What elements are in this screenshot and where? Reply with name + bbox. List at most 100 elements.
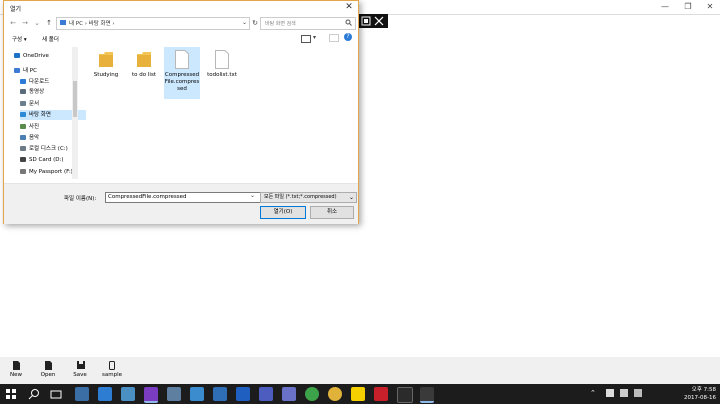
restore-icon[interactable]: ❐ [681,2,695,12]
task-view-button[interactable] [50,388,62,400]
organize-button[interactable]: 구성 ▾ [12,35,27,43]
sample-label: sample [102,372,122,378]
nav-item-onedrive[interactable]: OneDrive [14,51,80,61]
visual-studio-taskbar-icon[interactable] [144,387,158,403]
sd-card-icon [20,157,26,162]
address-dropdown-icon[interactable]: ⌄ [242,19,247,26]
refresh-icon[interactable]: ↻ [250,18,260,28]
breadcrumb-my-pc[interactable]: 내 PC [69,21,83,27]
download-icon [20,79,26,84]
app-taskbar-icon-4[interactable] [259,387,273,401]
open-label: Open [40,372,56,378]
active-app-taskbar-icon[interactable] [420,387,434,403]
tray-chevron-icon[interactable]: ⌃ [590,389,596,397]
nav-item-label: 바탕 화면 [29,112,51,118]
recent-chevron-icon[interactable]: ⌄ [32,18,42,28]
music-icon [20,135,26,140]
nav-item-label: 내 PC [23,68,37,74]
open-button[interactable]: Open [32,357,64,384]
nav-pane-scrollbar-thumb[interactable] [73,81,77,117]
video-icon [20,89,26,94]
filename-dropdown-icon[interactable]: ⌄ [250,192,255,199]
navigation-row: ← → ⌄ ↑ 내 PC › 바탕 화면 › ⌄ ↻ 바탕 화면 검색 [4,15,358,31]
new-folder-button[interactable]: 새 폴더 [42,35,59,43]
new-button[interactable]: New [0,357,32,384]
app-taskbar-icon-1[interactable] [167,387,181,401]
word-taskbar-icon[interactable] [236,387,250,401]
help-icon[interactable]: ? [344,33,352,41]
open-file-dialog: 열기 ✕ ← → ⌄ ↑ 내 PC › 바탕 화면 › ⌄ ↻ 바탕 화면 검색… [3,0,359,224]
file-explorer-taskbar-icon[interactable] [75,387,89,401]
nav-item-label: My Passport (F:) [29,169,73,175]
file-type-value: 모든 파일 (*.txt;*.compressed) [264,194,337,200]
breadcrumb-desktop[interactable]: 바탕 화면 [89,21,111,27]
view-dropdown-icon[interactable]: ▾ [313,34,316,41]
store-taskbar-icon[interactable] [121,387,135,401]
save-button[interactable]: Save [64,357,96,384]
chrome-taskbar-icon[interactable] [328,387,342,401]
breadcrumb-separator: › [84,21,87,27]
clock-time: 오후 7:58 [691,387,716,393]
taskbar: ⌃ 오후 7:58 2017-08-16 [0,384,720,404]
open-button[interactable]: 열기(O) [260,206,306,219]
cancel-button[interactable]: 취소 [310,206,354,219]
folder-icon [137,50,151,69]
save-icon [76,361,85,370]
clock-date: 2017-08-16 [684,395,716,401]
preview-pane-icon[interactable] [329,34,339,42]
new-label: New [10,372,22,378]
toolbar-glyphs-icon [361,16,384,26]
document-icon [20,101,26,106]
cloud-icon [14,53,20,58]
filezilla-taskbar-icon[interactable] [374,387,388,401]
pc-icon [60,20,66,25]
app-taskbar-icon-5[interactable] [282,387,296,401]
file-item-todolist-txt[interactable]: todolist.txt [204,47,240,97]
file-item-to-do-list[interactable]: to do list [126,47,162,97]
app-bottom-bar: New Open Save sample [0,357,720,384]
file-name: CompressedFile.compressed [164,72,200,92]
nav-item-label: SD Card (D:) [29,157,64,163]
sample-button[interactable]: sample [96,357,128,384]
start-button[interactable] [5,388,17,400]
app-taskbar-icon-6[interactable] [305,387,319,401]
nav-item-label: 동영상 [29,89,45,95]
address-bar[interactable]: 내 PC › 바탕 화면 › ⌄ [56,17,250,30]
app-taskbar-icon-3[interactable] [213,387,227,401]
breadcrumb: 내 PC › 바탕 화면 › [69,19,115,27]
forward-arrow-icon[interactable]: → [20,18,30,28]
view-options-icon[interactable] [301,35,311,43]
volume-icon[interactable] [620,389,628,397]
filename-label: 파일 이름(N): [64,196,97,202]
nav-item-label: OneDrive [23,53,49,59]
file-item-compressed[interactable]: CompressedFile.compressed [164,47,200,99]
close-icon[interactable]: ✕ [703,2,717,12]
nav-item-label: 로컬 디스크 (C:) [29,146,68,152]
app-taskbar-icon-7[interactable] [397,387,413,403]
open-file-icon [44,361,52,370]
nav-item-my-pc[interactable]: 내 PC [14,66,80,76]
disk-icon [20,146,26,151]
file-item-studying[interactable]: Studying [88,47,124,97]
search-input[interactable]: 바탕 화면 검색 [260,17,356,30]
windows-icon [6,389,16,399]
chevron-down-icon: ⌄ [348,194,354,201]
file-name: todolist.txt [207,72,237,78]
close-icon[interactable]: ✕ [343,2,355,12]
up-arrow-icon[interactable]: ↑ [44,18,54,28]
file-type-select[interactable]: 모든 파일 (*.txt;*.compressed) ⌄ [260,192,357,203]
search-icon [345,19,352,28]
kakaotalk-taskbar-icon[interactable] [351,387,365,401]
input-indicator-icon[interactable] [634,389,642,397]
app-taskbar-icon-2[interactable] [190,387,204,401]
search-button[interactable] [28,388,40,400]
filename-input[interactable]: CompressedFile.compressed [105,192,261,203]
file-list: Studying to do list CompressedFile.compr… [82,47,356,179]
back-arrow-icon[interactable]: ← [8,18,18,28]
minimize-icon[interactable]: — [658,2,672,12]
network-icon[interactable] [606,389,614,397]
command-bar: 구성 ▾ 새 폴더 ▾ ? [4,32,358,45]
edge-taskbar-icon[interactable] [98,387,112,401]
clock[interactable]: 오후 7:58 2017-08-16 [684,386,716,402]
task-view-icon [50,390,62,399]
